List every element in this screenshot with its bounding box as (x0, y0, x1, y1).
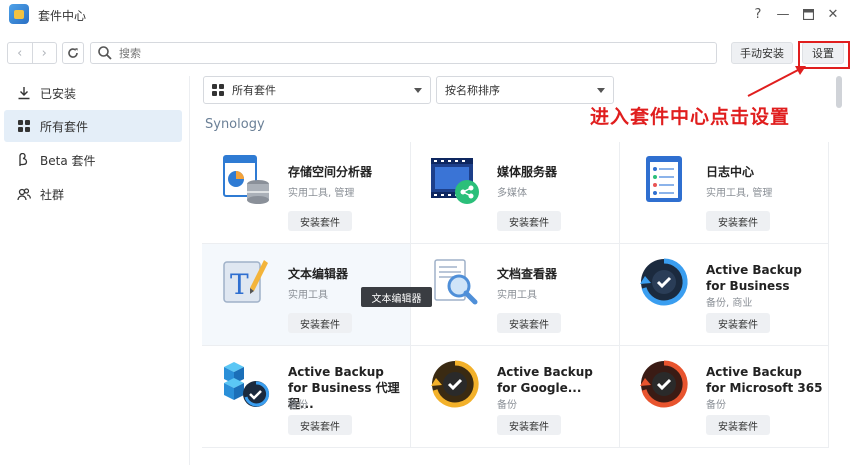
annotation-text: 进入套件中心点击设置 (590, 106, 791, 128)
window-title: 套件中心 (38, 9, 87, 23)
tooltip: 文本编辑器 (361, 287, 432, 307)
install-button[interactable]: 安装套件 (706, 415, 770, 435)
package-category: 备份 (497, 400, 517, 411)
active-backup-google-icon (431, 360, 479, 408)
active-backup-microsoft-365-icon (640, 360, 688, 408)
manual-install-button[interactable]: 手动安装 (731, 42, 793, 64)
download-icon (16, 85, 32, 101)
storage-analyzer-icon (223, 155, 269, 204)
back-icon[interactable]: ‹ (8, 43, 32, 63)
install-button[interactable]: 安装套件 (497, 211, 561, 231)
section-title: Synology (205, 117, 265, 132)
sidebar-item-community[interactable]: 社群 (4, 178, 182, 210)
install-button[interactable]: 安装套件 (497, 313, 561, 333)
sidebar-item-beta[interactable]: Beta 套件 (4, 144, 182, 176)
install-button[interactable]: 安装套件 (497, 415, 561, 435)
beta-icon (16, 152, 32, 168)
media-server-icon (431, 158, 479, 204)
package-category: 实用工具 (288, 290, 328, 301)
install-button[interactable]: 安装套件 (706, 211, 770, 231)
install-button[interactable]: 安装套件 (288, 415, 352, 435)
sidebar: 已安装 所有套件 Beta 套件 社群 (0, 76, 190, 465)
package-category: 实用工具, 管理 (706, 188, 773, 199)
active-backup-business-icon (640, 258, 688, 306)
category-dropdown-value: 所有套件 (232, 84, 276, 97)
package-category: 备份, 商业 (706, 298, 753, 309)
package-category: 备份 (288, 400, 308, 411)
package-name: 文本编辑器 (288, 267, 349, 281)
package-card[interactable]: Active Backup for Business 代理程... 备份 安装套… (202, 346, 411, 448)
toolbar: ‹ › 手动安装 设置 (0, 38, 856, 68)
refresh-icon[interactable] (62, 42, 84, 64)
active-backup-agent-icon (224, 362, 269, 407)
text-editor-icon: T (223, 260, 268, 303)
grid-icon (212, 84, 224, 96)
maximize-icon[interactable] (798, 4, 818, 24)
category-dropdown[interactable]: 所有套件 (203, 76, 431, 104)
document-viewer-icon (434, 259, 478, 305)
package-name: 存储空间分析器 (288, 165, 373, 179)
package-card[interactable]: Active Backup for Google... 备份 安装套件 (411, 346, 620, 448)
package-name: Active Backup for Google... (497, 365, 593, 395)
sort-dropdown-value: 按名称排序 (445, 84, 500, 97)
sidebar-item-label: 社群 (40, 187, 65, 202)
package-card[interactable]: 日志中心 实用工具, 管理 安装套件 (620, 142, 829, 244)
package-category: 备份 (706, 400, 726, 411)
package-category: 实用工具 (497, 290, 537, 301)
package-category: 实用工具, 管理 (288, 188, 355, 199)
forward-icon[interactable]: › (31, 43, 57, 63)
help-icon[interactable]: ? (748, 4, 768, 24)
package-grid: 存储空间分析器 实用工具, 管理 安装套件 媒体服务器 多媒体 安装套件 日志中… (202, 142, 829, 465)
title-bar: 套件中心 ? — ✕ (0, 0, 856, 30)
package-category: 多媒体 (497, 188, 527, 199)
close-icon[interactable]: ✕ (823, 4, 843, 24)
nav-buttons: ‹ › (7, 42, 57, 64)
package-center-icon (9, 4, 29, 24)
sort-dropdown[interactable]: 按名称排序 (436, 76, 614, 104)
package-card[interactable]: Active Backup for Business 备份, 商业 安装套件 (620, 244, 829, 346)
log-center-icon (646, 156, 682, 202)
install-button[interactable]: 安装套件 (706, 313, 770, 333)
package-card[interactable]: 存储空间分析器 实用工具, 管理 安装套件 (202, 142, 411, 244)
package-name: 文档查看器 (497, 267, 558, 281)
scrollbar[interactable] (836, 76, 842, 108)
grid-icon (16, 118, 32, 134)
search-icon (98, 46, 112, 60)
sidebar-item-all-packages[interactable]: 所有套件 (4, 110, 182, 142)
package-name: Active Backup for Business (706, 263, 802, 293)
sidebar-item-installed[interactable]: 已安装 (4, 77, 182, 109)
sidebar-item-label: 所有套件 (40, 119, 89, 134)
install-button[interactable]: 安装套件 (288, 313, 352, 333)
chevron-down-icon (414, 88, 422, 93)
package-name: Active Backup for Microsoft 365 (706, 365, 823, 395)
package-card[interactable]: 文档查看器 实用工具 安装套件 (411, 244, 620, 346)
install-button[interactable]: 安装套件 (288, 211, 352, 231)
community-icon (16, 186, 32, 202)
search-input[interactable] (119, 46, 679, 60)
minimize-icon[interactable]: — (773, 4, 793, 24)
settings-highlight-box (798, 41, 850, 69)
chevron-down-icon (597, 88, 605, 93)
sidebar-item-label: 已安装 (40, 86, 77, 101)
package-card[interactable]: 媒体服务器 多媒体 安装套件 (411, 142, 620, 244)
package-card[interactable]: Active Backup for Microsoft 365 备份 安装套件 (620, 346, 829, 448)
svg-text:T: T (230, 268, 249, 301)
package-name: 媒体服务器 (497, 165, 558, 179)
package-name: 日志中心 (706, 165, 755, 179)
search-box[interactable] (90, 42, 717, 64)
sidebar-item-label: Beta 套件 (40, 153, 96, 168)
